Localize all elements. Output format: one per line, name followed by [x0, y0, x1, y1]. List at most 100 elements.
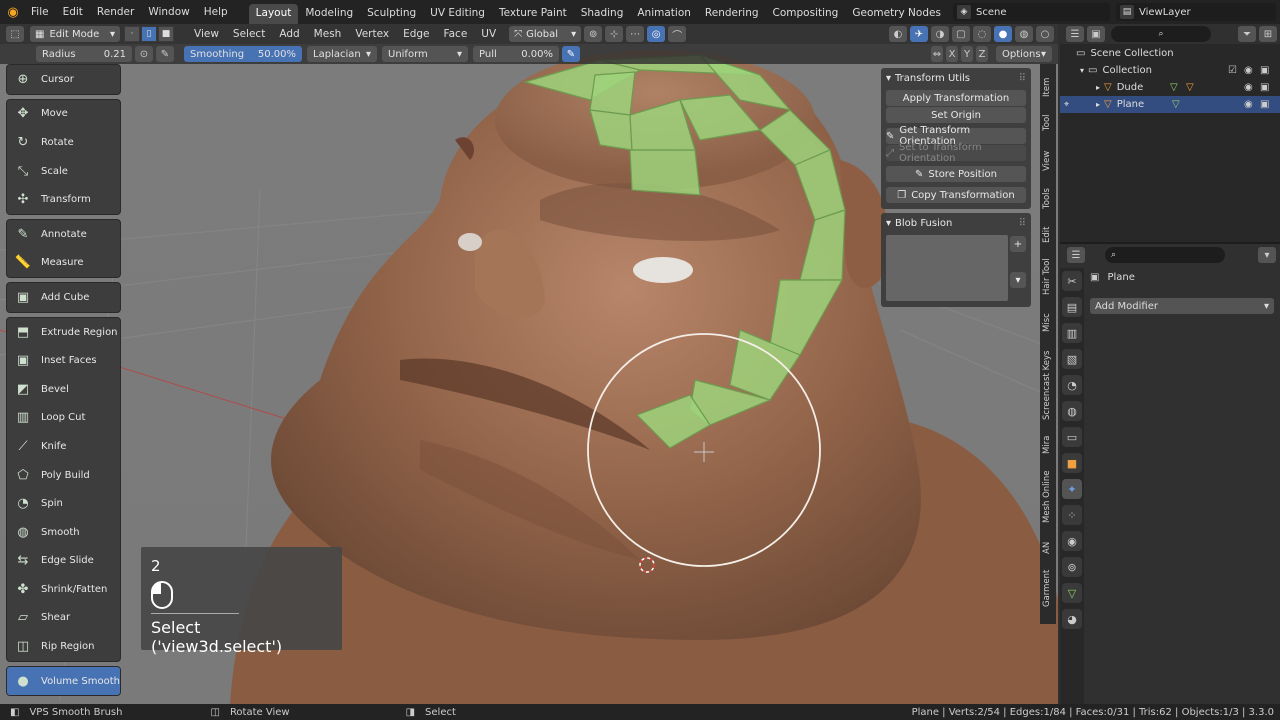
tool-shear[interactable]: ▱ Shear — [7, 604, 120, 633]
menu-select[interactable]: Select — [226, 28, 272, 40]
tool-smooth[interactable]: ◍ Smooth — [7, 518, 120, 547]
tab-modeling[interactable]: Modeling — [298, 4, 360, 24]
snap-icon[interactable]: ⊹ — [605, 26, 624, 42]
tab-compositing[interactable]: Compositing — [766, 4, 846, 24]
tool-extrude[interactable]: ⬒ Extrude Region — [7, 318, 120, 347]
tool-transform[interactable]: ✣ Transform — [7, 185, 120, 214]
tab-shading[interactable]: Shading — [574, 4, 631, 24]
tool-move[interactable]: ✥ Move — [7, 100, 120, 129]
particles-tab-icon[interactable]: ⁘ — [1062, 505, 1082, 525]
falloff-icon[interactable]: ⌒ — [668, 26, 687, 42]
eyedropper-icon[interactable]: ✎ — [156, 46, 174, 62]
tool-cursor[interactable]: ⊕ Cursor — [7, 65, 120, 94]
display-mode-icon[interactable]: ▣ — [1087, 26, 1105, 42]
output-tab-icon[interactable]: ▥ — [1062, 323, 1082, 343]
edge-select-icon[interactable]: ▯ — [141, 26, 157, 42]
scene-selector[interactable]: ◈ Scene — [953, 3, 1110, 21]
tool-edge-slide[interactable]: ⇆ Edge Slide — [7, 547, 120, 576]
tool-shrink-fatten[interactable]: ✤ Shrink/Fatten — [7, 575, 120, 604]
outliner-scene-collection[interactable]: ▭ Scene Collection — [1060, 45, 1280, 62]
filter-icon[interactable]: ⏷ — [1238, 26, 1256, 42]
tool-poly-build[interactable]: ⬠ Poly Build — [7, 461, 120, 490]
tool-scale[interactable]: ⤡ Scale — [7, 157, 120, 186]
pressure-icon[interactable]: ⊙ — [135, 46, 153, 62]
list-menu-chevron-icon[interactable]: ▾ — [1010, 272, 1026, 288]
add-modifier-dropdown[interactable]: Add Modifier ▾ — [1090, 298, 1274, 314]
add-item-button[interactable]: + — [1010, 236, 1026, 252]
side-tab-an[interactable]: AN — [1042, 534, 1054, 562]
properties-search-input[interactable]: ⌕ — [1105, 247, 1225, 263]
outliner-search-input[interactable]: ⌕ — [1111, 26, 1211, 42]
side-tab-tools[interactable]: Tools — [1042, 182, 1054, 216]
view-layer-selector[interactable]: ▤ ViewLayer — [1116, 3, 1276, 21]
modifier-wrench-icon[interactable]: ✦ — [1062, 479, 1082, 499]
side-tab-garment[interactable]: Garment — [1042, 566, 1054, 610]
menu-render[interactable]: Render — [90, 6, 141, 18]
menu-help[interactable]: Help — [197, 6, 235, 18]
pull-brush-icon[interactable]: ✎ — [562, 46, 580, 62]
snap-target-icon[interactable]: ⋯ — [626, 26, 645, 42]
radius-field[interactable]: Radius 0.21 — [36, 46, 132, 62]
tab-layout[interactable]: Layout — [248, 4, 299, 24]
side-tab-mesh-online[interactable]: Mesh Online — [1042, 466, 1054, 528]
side-tab-edit[interactable]: Edit — [1042, 220, 1054, 250]
camera-icon[interactable]: ▣ — [1260, 99, 1269, 110]
chevron-down-icon[interactable]: ▾ — [1258, 247, 1276, 263]
tool-tab-icon[interactable]: ✂ — [1062, 271, 1082, 291]
collection-tab-icon[interactable]: ▭ — [1062, 427, 1082, 447]
new-collection-icon[interactable]: ⊞ — [1259, 26, 1277, 42]
camera-icon[interactable]: ▣ — [1260, 82, 1269, 93]
axis-z-toggle[interactable]: Z — [976, 46, 988, 62]
editor-type-icon[interactable]: ⬚ — [6, 26, 24, 42]
side-tab-hair-tool[interactable]: Hair Tool — [1042, 254, 1054, 300]
material-tab-icon[interactable]: ◕ — [1062, 609, 1082, 629]
set-transform-orientation-button[interactable]: ⤢ Set to Transform Orientation — [886, 142, 1026, 164]
tool-rotate[interactable]: ↻ Rotate — [7, 128, 120, 157]
eye-icon[interactable]: ◉ — [1244, 82, 1253, 93]
menu-uv[interactable]: UV — [474, 28, 503, 40]
mode-selector[interactable]: ▦ Edit Mode ▾ — [30, 26, 120, 42]
side-tab-item[interactable]: Item — [1042, 72, 1054, 102]
menu-add[interactable]: Add — [272, 28, 306, 40]
data-tab-icon[interactable]: ▽ — [1062, 583, 1082, 603]
outliner-collection[interactable]: ▾ ▭ Collection ☑ ◉ ▣ — [1060, 62, 1280, 79]
rendered-shading-icon[interactable]: ○ — [1036, 26, 1054, 42]
axis-y-toggle[interactable]: Y — [961, 46, 973, 62]
menu-vertex[interactable]: Vertex — [348, 28, 396, 40]
camera-icon[interactable]: ▣ — [1260, 65, 1269, 76]
solid-shading-icon[interactable]: ● — [994, 26, 1012, 42]
tool-annotate[interactable]: ✎ Annotate — [7, 220, 120, 249]
xray-icon[interactable]: ▢ — [952, 26, 970, 42]
tool-spin[interactable]: ◔ Spin — [7, 489, 120, 518]
eye-icon[interactable]: ◉ — [1244, 99, 1253, 110]
blob-fusion-header[interactable]: ▾ Blob Fusion ⠿ — [886, 215, 1026, 231]
vertex-select-icon[interactable]: · — [124, 26, 140, 42]
tool-rip-region[interactable]: ◫ Rip Region — [7, 632, 120, 661]
tool-volume-smooth[interactable]: ● Volume Smooth — [7, 666, 120, 696]
set-origin-button[interactable]: Set Origin — [886, 107, 1026, 123]
tab-rendering[interactable]: Rendering — [698, 4, 766, 24]
scene-tab-icon[interactable]: ◔ — [1062, 375, 1082, 395]
tab-animation[interactable]: Animation — [630, 4, 698, 24]
side-tab-tool[interactable]: Tool — [1042, 106, 1054, 140]
blob-fusion-list[interactable] — [886, 235, 1008, 301]
eye-icon[interactable]: ◉ — [1244, 65, 1253, 76]
menu-mesh[interactable]: Mesh — [307, 28, 349, 40]
proportional-edit-icon[interactable]: ◎ — [647, 26, 666, 42]
edit-mode-icon[interactable]: ⌖ — [1064, 100, 1069, 110]
menu-window[interactable]: Window — [141, 6, 196, 18]
blender-logo-icon[interactable]: ◉ — [2, 2, 24, 22]
store-position-button[interactable]: ✎ Store Position — [886, 166, 1026, 182]
tool-measure[interactable]: 📏 Measure — [7, 249, 120, 278]
wireframe-shading-icon[interactable]: ◌ — [973, 26, 991, 42]
transform-utils-header[interactable]: ▾ Transform Utils ⠿ — [886, 70, 1026, 86]
tool-bevel[interactable]: ◩ Bevel — [7, 375, 120, 404]
side-tab-screencast-keys[interactable]: Screencast Keys — [1042, 346, 1054, 424]
mirror-icon[interactable]: ⇔ — [931, 46, 943, 62]
tab-uv-editing[interactable]: UV Editing — [423, 4, 492, 24]
outliner-editor-icon[interactable]: ☰ — [1066, 26, 1084, 42]
orientation-selector[interactable]: ⤧ Global ▾ — [509, 26, 582, 42]
pivot-icon[interactable]: ⊚ — [584, 26, 603, 42]
menu-face[interactable]: Face — [437, 28, 475, 40]
weight-dropdown[interactable]: Uniform ▾ — [382, 46, 468, 62]
